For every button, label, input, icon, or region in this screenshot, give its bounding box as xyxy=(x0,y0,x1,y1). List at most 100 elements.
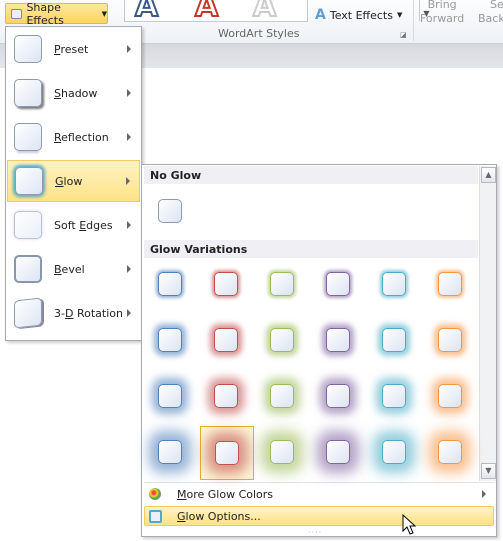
submenu-arrow-icon xyxy=(127,265,131,273)
glow-swatch xyxy=(158,384,182,408)
glow-swatch xyxy=(270,384,294,408)
menu-item-soft-edges[interactable]: Soft Edges xyxy=(7,204,140,246)
menu-item-3-d-rotation[interactable]: 3-D Rotation xyxy=(7,292,140,334)
submenu-arrow-icon xyxy=(127,89,131,97)
more-glow-colors-item[interactable]: More Glow Colors xyxy=(144,484,494,504)
scrollbar[interactable]: ▲ ▼ xyxy=(479,166,496,481)
glow-variation-option[interactable] xyxy=(424,370,478,424)
glow-variation-option[interactable] xyxy=(256,258,310,312)
menu-item-shadow[interactable]: Shadow xyxy=(7,72,140,114)
wordart-style[interactable]: A xyxy=(134,0,159,25)
wordart-styles-label: WordArt Styles xyxy=(218,27,300,40)
effect-preview-icon xyxy=(15,167,43,195)
glow-variation-option[interactable] xyxy=(368,370,422,424)
glow-options-item[interactable]: Glow Options... xyxy=(144,506,494,526)
shape-effects-icon xyxy=(11,8,23,19)
glow-variation-option[interactable] xyxy=(424,426,478,480)
wordart-gallery[interactable]: A A A ▼ xyxy=(124,0,430,25)
effect-preview-icon xyxy=(14,35,42,63)
glow-variation-option[interactable] xyxy=(256,314,310,368)
effect-preview-icon xyxy=(14,297,42,329)
glow-gallery: No Glow Glow Variations ▲ ▼ More Glow Co… xyxy=(141,164,497,537)
glow-variation-option[interactable] xyxy=(144,426,198,480)
glow-variation-option[interactable] xyxy=(144,314,198,368)
shape-effects-menu: Preset Shadow Reflection Glow Soft Edges Beve… xyxy=(5,26,142,341)
glow-swatch xyxy=(214,384,238,408)
submenu-arrow-icon xyxy=(127,309,131,317)
wordart-style[interactable]: A xyxy=(252,0,277,25)
menu-item-bevel[interactable]: Bevel xyxy=(7,248,140,290)
glow-swatch xyxy=(382,272,406,296)
glow-swatch xyxy=(438,272,462,296)
glow-variation-option[interactable] xyxy=(368,426,422,480)
divider xyxy=(144,482,494,483)
text-effects-icon: A xyxy=(315,7,326,23)
glow-variation-option[interactable] xyxy=(424,258,478,312)
glow-swatch xyxy=(214,328,238,352)
glow-swatch xyxy=(270,328,294,352)
resize-grip[interactable]: ···· xyxy=(308,528,322,537)
glow-swatch xyxy=(438,384,462,408)
glow-swatch xyxy=(438,328,462,352)
glow-variation-option[interactable] xyxy=(200,426,254,480)
glow-swatch xyxy=(270,440,294,464)
glow-swatch xyxy=(158,440,182,464)
glow-swatch xyxy=(326,384,350,408)
effect-preview-icon xyxy=(14,123,42,151)
glow-variation-option[interactable] xyxy=(312,370,366,424)
glow-variation-option[interactable] xyxy=(200,258,254,312)
glow-variation-option[interactable] xyxy=(312,258,366,312)
glow-variations-header: Glow Variations xyxy=(144,240,478,258)
chevron-down-icon: ▼ xyxy=(101,9,107,18)
submenu-arrow-icon xyxy=(482,490,486,498)
glow-variation-option[interactable] xyxy=(312,426,366,480)
dialog-launcher-icon[interactable]: ◪ xyxy=(400,31,407,39)
bring-forward-button[interactable]: Bring Forward xyxy=(420,0,464,26)
glow-variation-option[interactable] xyxy=(144,258,198,312)
glow-variation-option[interactable] xyxy=(368,258,422,312)
divider xyxy=(413,0,414,41)
glow-swatch xyxy=(215,441,239,465)
chevron-down-icon: ▼ xyxy=(396,11,403,19)
menu-item-glow[interactable]: Glow xyxy=(7,160,140,202)
glow-swatch xyxy=(382,328,406,352)
no-glow-option[interactable] xyxy=(158,199,182,223)
submenu-arrow-icon xyxy=(126,177,130,185)
glow-swatch xyxy=(326,272,350,296)
scroll-down-button[interactable]: ▼ xyxy=(481,463,496,479)
menu-item-reflection[interactable]: Reflection xyxy=(7,116,140,158)
glow-variation-option[interactable] xyxy=(368,314,422,368)
glow-swatch xyxy=(382,384,406,408)
shape-effects-button[interactable]: Shape Effects ▼ xyxy=(5,1,108,27)
glow-swatch xyxy=(326,328,350,352)
glow-variation-option[interactable] xyxy=(424,314,478,368)
glow-swatch xyxy=(158,272,182,296)
glow-variation-option[interactable] xyxy=(312,314,366,368)
effect-preview-icon xyxy=(14,79,42,107)
effect-preview-icon xyxy=(14,211,42,239)
submenu-arrow-icon xyxy=(127,133,131,141)
menu-item-preset[interactable]: Preset xyxy=(7,28,140,70)
glow-variation-option[interactable] xyxy=(200,370,254,424)
no-glow-header: No Glow xyxy=(144,166,478,184)
glow-swatch xyxy=(158,328,182,352)
submenu-arrow-icon xyxy=(127,45,131,53)
glow-swatch xyxy=(438,440,462,464)
glow-variation-option[interactable] xyxy=(256,426,310,480)
text-effects-button[interactable]: A Text Effects ▼ xyxy=(315,7,402,23)
scroll-up-button[interactable]: ▲ xyxy=(481,167,496,183)
effect-preview-icon xyxy=(14,255,42,283)
glow-swatch xyxy=(270,272,294,296)
glow-swatch xyxy=(382,440,406,464)
glow-variation-option[interactable] xyxy=(256,370,310,424)
mouse-cursor-icon xyxy=(402,514,416,535)
send-backward-button[interactable]: Se Back xyxy=(478,0,503,26)
wordart-style[interactable]: A xyxy=(194,0,219,25)
glow-variation-option[interactable] xyxy=(144,370,198,424)
glow-variation-option[interactable] xyxy=(200,314,254,368)
glow-swatch xyxy=(326,440,350,464)
glow-options-icon xyxy=(149,509,162,523)
submenu-arrow-icon xyxy=(127,221,131,229)
glow-swatch xyxy=(214,272,238,296)
palette-icon xyxy=(149,488,161,500)
